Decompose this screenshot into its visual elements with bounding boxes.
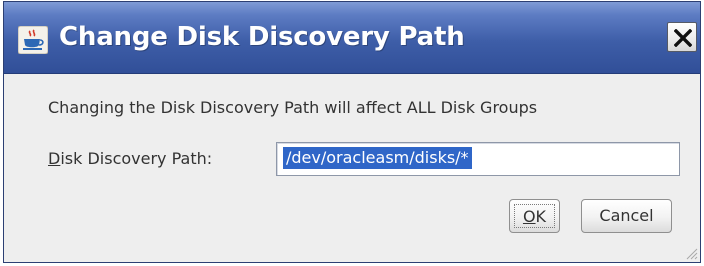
ok-focus-ring: OK [514,204,555,228]
ok-button[interactable]: OK [509,199,560,233]
java-cup-icon [17,25,49,55]
disk-discovery-path-label: Disk Discovery Path: [48,149,212,168]
resize-grip-icon[interactable] [684,246,698,260]
ok-label: K [535,207,547,226]
selected-path-text: /dev/oracleasm/disks/* [283,147,472,169]
label-text: isk Discovery Path: [60,149,213,168]
cancel-button[interactable]: Cancel [581,199,672,233]
label-mnemonic: D [48,149,61,168]
close-button[interactable] [667,22,697,52]
dialog-title: Change Disk Discovery Path [59,22,465,52]
dialog-content: Changing the Disk Discovery Path will af… [4,74,700,262]
ok-mnemonic: O [522,207,536,226]
close-icon [674,29,692,47]
title-bar[interactable]: Change Disk Discovery Path [4,2,700,74]
dialog-window: Change Disk Discovery Path Changing the … [3,1,701,263]
disk-discovery-path-input[interactable]: /dev/oracleasm/disks/* [276,142,680,176]
warning-message: Changing the Disk Discovery Path will af… [48,98,538,117]
